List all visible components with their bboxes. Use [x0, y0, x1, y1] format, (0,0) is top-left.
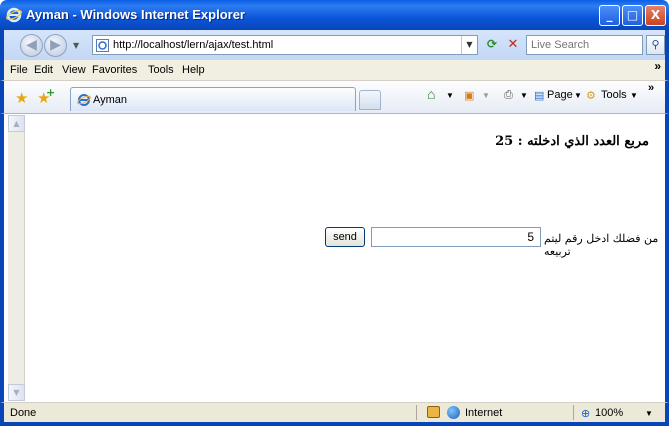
title-bar: Ayman - Windows Internet Explorer _ □ X: [0, 0, 669, 30]
tab-ie-icon: [77, 94, 91, 106]
menu-view[interactable]: View: [62, 64, 86, 76]
close-button[interactable]: X: [645, 5, 666, 26]
menu-overflow-icon[interactable]: »: [654, 59, 661, 73]
scroll-down-icon[interactable]: ▼: [8, 384, 25, 401]
zoom-level[interactable]: 100%: [595, 407, 623, 419]
status-bar: Done Internet ⊕ 100% ▼: [0, 402, 669, 426]
feeds-dropdown-icon[interactable]: ▼: [482, 89, 490, 101]
send-button[interactable]: send: [325, 227, 365, 247]
status-divider: [573, 405, 574, 420]
minimize-button[interactable]: _: [599, 5, 620, 26]
home-icon[interactable]: ⌂: [427, 86, 435, 102]
zoom-dropdown-icon[interactable]: ▼: [645, 409, 653, 418]
search-box[interactable]: [526, 35, 643, 55]
address-field[interactable]: http://localhost/lern/ajax/test.html ▼: [92, 35, 478, 55]
security-zone-label[interactable]: Internet: [465, 407, 502, 419]
page-content: ▲ ▼: [0, 114, 669, 402]
tab-ayman[interactable]: Ayman: [70, 87, 356, 111]
address-url: http://localhost/lern/ajax/test.html: [113, 39, 274, 51]
protected-mode-icon[interactable]: [427, 406, 440, 418]
menu-edit[interactable]: Edit: [34, 64, 53, 76]
number-input[interactable]: [371, 227, 541, 247]
result-text: مربع العدد الذي ادخلته : 25: [495, 134, 649, 149]
address-bar-row: ◀ ▶ ▼ http://localhost/lern/ajax/test.ht…: [0, 30, 669, 60]
new-tab-button[interactable]: [359, 90, 381, 110]
tab-bar: ★ ★ Ayman ⌂ ▼ ▣ ▼ ⎙ ▼ ▤ Page ▼ ⚙ Tools ▼…: [0, 81, 669, 114]
tools-dropdown-icon[interactable]: ▼: [630, 89, 638, 101]
address-dropdown-icon[interactable]: ▼: [461, 36, 477, 54]
number-prompt-label: من فضلك ادخل رقم ليتم تربيعه: [544, 232, 659, 258]
add-favorite-icon[interactable]: ★: [37, 86, 56, 107]
zoom-icon: ⊕: [581, 408, 591, 420]
status-text: Done: [10, 407, 37, 419]
page-ie-icon: [96, 39, 109, 52]
internet-zone-icon: [447, 406, 460, 419]
refresh-icon[interactable]: ⟳: [483, 37, 501, 54]
history-dropdown-icon[interactable]: ▼: [73, 41, 79, 50]
forward-arrow-icon: ▶: [50, 37, 61, 53]
search-input[interactable]: [527, 36, 637, 54]
back-arrow-icon: ◀: [26, 37, 37, 53]
vertical-scrollbar[interactable]: ▲ ▼: [8, 115, 25, 401]
status-divider: [416, 405, 417, 420]
menu-bar: File Edit View Favorites Tools Help »: [0, 59, 669, 81]
home-dropdown-icon[interactable]: ▼: [446, 89, 454, 101]
search-icon[interactable]: ⚲: [646, 35, 665, 55]
tools-menu[interactable]: Tools: [601, 89, 627, 101]
command-overflow-icon[interactable]: »: [648, 82, 654, 94]
menu-tools[interactable]: Tools: [148, 64, 174, 76]
back-button[interactable]: ◀: [20, 34, 43, 57]
feeds-icon[interactable]: ▣: [464, 89, 474, 102]
print-dropdown-icon[interactable]: ▼: [520, 89, 528, 101]
forward-button[interactable]: ▶: [44, 34, 67, 57]
page-dropdown-icon[interactable]: ▼: [574, 89, 582, 101]
tab-label: Ayman: [93, 94, 128, 106]
scroll-up-icon[interactable]: ▲: [8, 115, 25, 132]
menu-file[interactable]: File: [10, 64, 28, 76]
tools-gear-icon: ⚙: [586, 90, 596, 102]
page-menu[interactable]: Page: [547, 89, 573, 101]
stop-icon[interactable]: ✕: [504, 37, 522, 54]
print-icon[interactable]: ⎙: [504, 89, 513, 102]
page-icon: ▤: [534, 90, 545, 102]
maximize-button[interactable]: □: [622, 5, 643, 26]
menu-help[interactable]: Help: [182, 64, 205, 76]
favorites-center-icon[interactable]: ★: [15, 89, 28, 107]
ie-logo-icon: [6, 7, 22, 23]
menu-favorites[interactable]: Favorites: [92, 64, 137, 76]
window-title: Ayman - Windows Internet Explorer: [26, 7, 245, 22]
